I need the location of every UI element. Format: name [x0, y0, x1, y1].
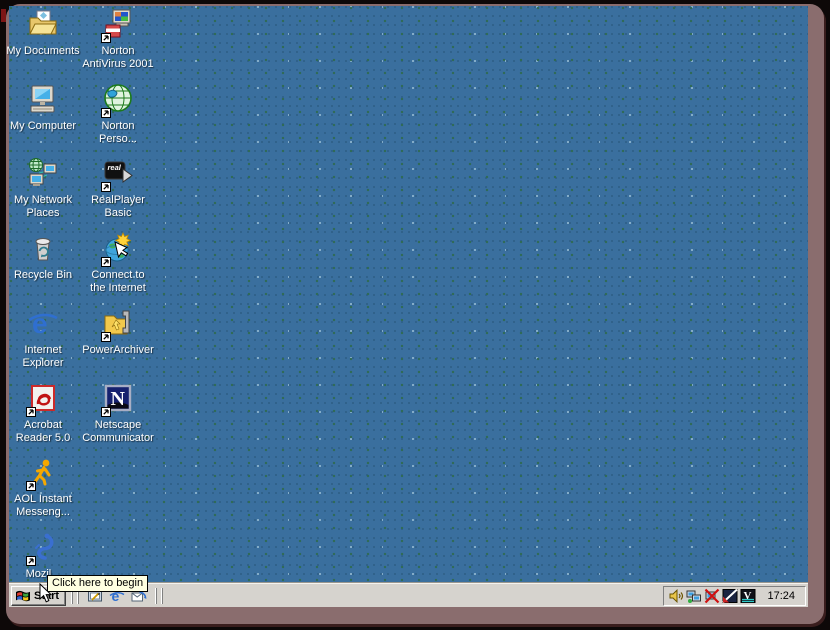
mozilla-icon[interactable]	[26, 531, 60, 567]
windows-flag-icon	[15, 589, 31, 603]
shortcut-arrow-icon	[26, 556, 36, 566]
desktop-icon-my-computer[interactable]: My Computer	[3, 83, 83, 133]
desktop-icon-label: RealPlayer Basic	[91, 194, 145, 220]
shortcut-arrow-icon	[101, 257, 111, 267]
desktop-icon-internet-explorer[interactable]: Internet Explorer	[3, 307, 83, 370]
toolbar-drag-handle[interactable]	[161, 588, 163, 604]
desktop-icon-label: Connect to the Internet	[90, 269, 146, 295]
tray-network-disconnected-icon[interactable]	[703, 588, 720, 604]
desktop[interactable]: My Documents My Computer My Network Places…	[9, 6, 808, 607]
desktop-icon-label: Acrobat Reader 5.0	[16, 419, 70, 445]
desktop-icon-norton-antivirus-2001[interactable]: Norton AntiVirus 2001	[78, 8, 158, 71]
desktop-icon-label: Norton AntiVirus 2001	[82, 45, 153, 71]
shortcut-arrow-icon	[101, 407, 111, 417]
netscape-communicator-icon[interactable]	[101, 382, 135, 418]
norton-antivirus-2001-icon[interactable]	[101, 8, 135, 44]
desktop-icon-acrobat-reader-50[interactable]: Acrobat Reader 5.0	[3, 382, 83, 445]
shortcut-arrow-icon	[101, 182, 111, 192]
desktop-icon-mozilla[interactable]: Mozil...	[3, 531, 83, 581]
shortcut-arrow-icon	[26, 407, 36, 417]
realplayer-basic-icon[interactable]	[101, 157, 135, 193]
acrobat-reader-50-icon[interactable]	[26, 382, 60, 418]
tray-volume-icon[interactable]	[667, 588, 684, 604]
desktop-icon-label: My Network Places	[14, 194, 72, 220]
internet-explorer-icon[interactable]	[26, 307, 60, 343]
desktop-icon-label: Recycle Bin	[14, 269, 72, 282]
desktop-icon-recycle-bin[interactable]: Recycle Bin	[3, 232, 83, 282]
recycle-bin-icon[interactable]	[26, 232, 60, 268]
my-computer-icon[interactable]	[26, 83, 60, 119]
desktop-icon-label: PowerArchiver	[82, 344, 154, 357]
tray-norton-antivirus-tray-icon[interactable]	[721, 588, 738, 604]
tray-icons	[667, 588, 756, 604]
desktop-icon-label: My Documents	[6, 45, 79, 58]
tray-v-shield-icon[interactable]	[739, 588, 756, 604]
my-network-places-icon[interactable]	[26, 157, 60, 193]
desktop-icon-aol-instant-messenger[interactable]: AOL Instant Messeng...	[3, 456, 83, 519]
my-documents-icon[interactable]	[26, 8, 60, 44]
screen: My Documents My Computer My Network Places…	[0, 0, 830, 630]
desktop-icon-label: Norton Perso...	[99, 120, 137, 146]
desktop-icon-label: My Computer	[10, 120, 76, 133]
desktop-icon-my-documents[interactable]: My Documents	[3, 8, 83, 58]
desktop-icon-realplayer-basic[interactable]: RealPlayer Basic	[78, 157, 158, 220]
system-tray[interactable]: 17:24	[663, 586, 806, 606]
shortcut-arrow-icon	[101, 332, 111, 342]
mouse-cursor	[39, 583, 53, 604]
desktop-icon-powerarchiver[interactable]: PowerArchiver	[78, 307, 158, 357]
desktop-icon-netscape-communicator[interactable]: Netscape Communicator	[78, 382, 158, 445]
desktop-icon-connect-to-the-internet[interactable]: Connect to the Internet	[78, 232, 158, 295]
desktop-icon-label: Netscape Communicator	[82, 419, 154, 445]
start-button-tooltip: Click here to begin	[47, 575, 148, 592]
desktop-icon-label: AOL Instant Messeng...	[14, 493, 72, 519]
shortcut-arrow-icon	[26, 481, 36, 491]
desktop-icon-label: Internet Explorer	[23, 344, 64, 370]
aol-instant-messenger-icon[interactable]	[26, 456, 60, 492]
shortcut-arrow-icon	[101, 33, 111, 43]
norton-personal-icon[interactable]	[101, 83, 135, 119]
shortcut-arrow-icon	[101, 108, 111, 118]
connect-to-the-internet-icon[interactable]	[101, 232, 135, 268]
tray-network-icon[interactable]	[685, 588, 702, 604]
desktop-icon-my-network-places[interactable]: My Network Places	[3, 157, 83, 220]
taskbar-clock[interactable]: 17:24	[757, 590, 802, 602]
toolbar-drag-handle[interactable]	[155, 588, 157, 604]
powerarchiver-icon[interactable]	[101, 307, 135, 343]
desktop-icon-norton-personal[interactable]: Norton Perso...	[78, 83, 158, 146]
